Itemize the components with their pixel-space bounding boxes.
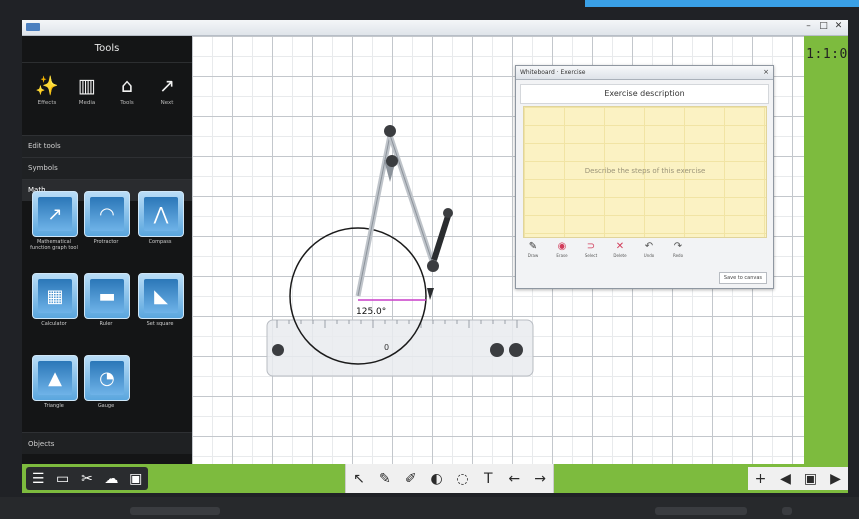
taskbar-item[interactable] bbox=[655, 507, 747, 515]
dialog-header: Exercise description bbox=[520, 84, 769, 104]
delete-icon: ✕ bbox=[615, 241, 625, 252]
angle-measurement: 125.0° bbox=[356, 307, 387, 317]
dialog-tool-label: Erase bbox=[556, 253, 568, 258]
dialog-tool-label: Select bbox=[584, 253, 598, 258]
bottom-right-tools: + ◀ ▣ ▶ bbox=[748, 467, 848, 490]
undo-icon: ↶ bbox=[644, 241, 654, 252]
dialog-tool-5[interactable]: ↷ Redo bbox=[668, 241, 688, 258]
prev-page-icon[interactable]: ◀ bbox=[777, 471, 795, 487]
menu-icon[interactable]: ☰ bbox=[29, 471, 47, 487]
bottom-left-tools: ☰ ▭ ✂ ☁ ▣ bbox=[26, 467, 148, 490]
undo-icon[interactable]: ← bbox=[505, 471, 523, 487]
ruler-zero-label: 0 bbox=[384, 343, 390, 352]
eraser-icon[interactable]: ◌ bbox=[453, 471, 471, 487]
dialog-tool-label: Undo bbox=[643, 253, 655, 258]
compass-width-handle-icon[interactable] bbox=[427, 260, 439, 272]
redo-icon: ↷ bbox=[673, 241, 683, 252]
dialog-tool-4[interactable]: ↶ Undo bbox=[639, 241, 659, 258]
dialog-tool-2[interactable]: ⊃ Select bbox=[581, 241, 601, 258]
compass-pivot-icon[interactable] bbox=[386, 155, 398, 167]
monitor-icon[interactable]: ▭ bbox=[54, 471, 72, 487]
taskbar-item[interactable] bbox=[130, 507, 220, 515]
dialog-tool-3[interactable]: ✕ Delete bbox=[610, 241, 630, 258]
shape-fill-icon[interactable]: ◐ bbox=[428, 471, 446, 487]
ruler-tool[interactable] bbox=[266, 319, 534, 377]
dialog-tool-label: Redo bbox=[672, 253, 684, 258]
ruler-rotate-icon[interactable] bbox=[490, 343, 504, 357]
cloud-icon[interactable]: ☁ bbox=[102, 471, 120, 487]
taskbar-item[interactable] bbox=[782, 507, 792, 515]
dialog-tool-0[interactable]: ✎ Draw bbox=[523, 241, 543, 258]
note-area[interactable]: Describe the steps of this exercise bbox=[523, 106, 767, 238]
dialog-titlebar: Whiteboard · Exercise × bbox=[516, 66, 773, 80]
top-accent-strip bbox=[585, 0, 859, 7]
taskbar bbox=[0, 497, 859, 519]
add-page-icon[interactable]: + bbox=[752, 471, 770, 487]
compass-pencil-rotate-icon[interactable] bbox=[443, 208, 453, 218]
exercise-dialog: Whiteboard · Exercise × Exercise descrip… bbox=[515, 65, 774, 289]
redo-icon[interactable]: → bbox=[531, 471, 549, 487]
app-screen: – □ ✕ 1:1:0 Tools ✨ Effects ▥ Media ⌂ Tools ↗ N… bbox=[22, 20, 848, 493]
ruler-resize-icon[interactable] bbox=[509, 343, 523, 357]
image-icon[interactable]: ▣ bbox=[127, 471, 145, 487]
next-page-icon[interactable]: ▶ bbox=[827, 471, 845, 487]
eraser-icon: ◉ bbox=[557, 241, 567, 252]
note-placeholder: Describe the steps of this exercise bbox=[584, 167, 706, 175]
bottom-center-tools: ↖ ✎ ✐ ◐ ◌ T ← → bbox=[345, 464, 554, 493]
compass-tool[interactable] bbox=[355, 125, 453, 300]
dialog-tool-label: Draw bbox=[527, 253, 539, 258]
dialog-toolbar: ✎ Draw ◉ Erase ⊃ Select ✕ Delete ↶ Undo ↷ Redo bbox=[523, 241, 765, 263]
save-to-canvas-button[interactable]: Save to canvas bbox=[718, 272, 767, 284]
bottom-toolbar: ☰ ▭ ✂ ☁ ▣ ↖ ✎ ✐ ◐ ◌ T ← → + ◀ ▣ ▶ bbox=[22, 464, 848, 493]
lasso-icon: ⊃ bbox=[586, 241, 596, 252]
select-arrow-icon[interactable]: ↖ bbox=[350, 471, 368, 487]
text-icon[interactable]: T bbox=[479, 471, 497, 487]
tools-icon[interactable]: ✂ bbox=[78, 471, 96, 487]
dialog-title: Whiteboard · Exercise bbox=[520, 69, 586, 76]
dialog-tool-1[interactable]: ◉ Erase bbox=[552, 241, 572, 258]
ruler-close-icon[interactable] bbox=[272, 344, 284, 356]
page-view-icon[interactable]: ▣ bbox=[802, 471, 820, 487]
compass-close-icon[interactable] bbox=[384, 125, 396, 137]
pen-icon: ✎ bbox=[528, 241, 538, 252]
dialog-close-icon[interactable]: × bbox=[763, 66, 769, 79]
pen-icon[interactable]: ✎ bbox=[376, 471, 394, 487]
highlighter-icon[interactable]: ✐ bbox=[402, 471, 420, 487]
dialog-tool-label: Delete bbox=[613, 253, 627, 258]
